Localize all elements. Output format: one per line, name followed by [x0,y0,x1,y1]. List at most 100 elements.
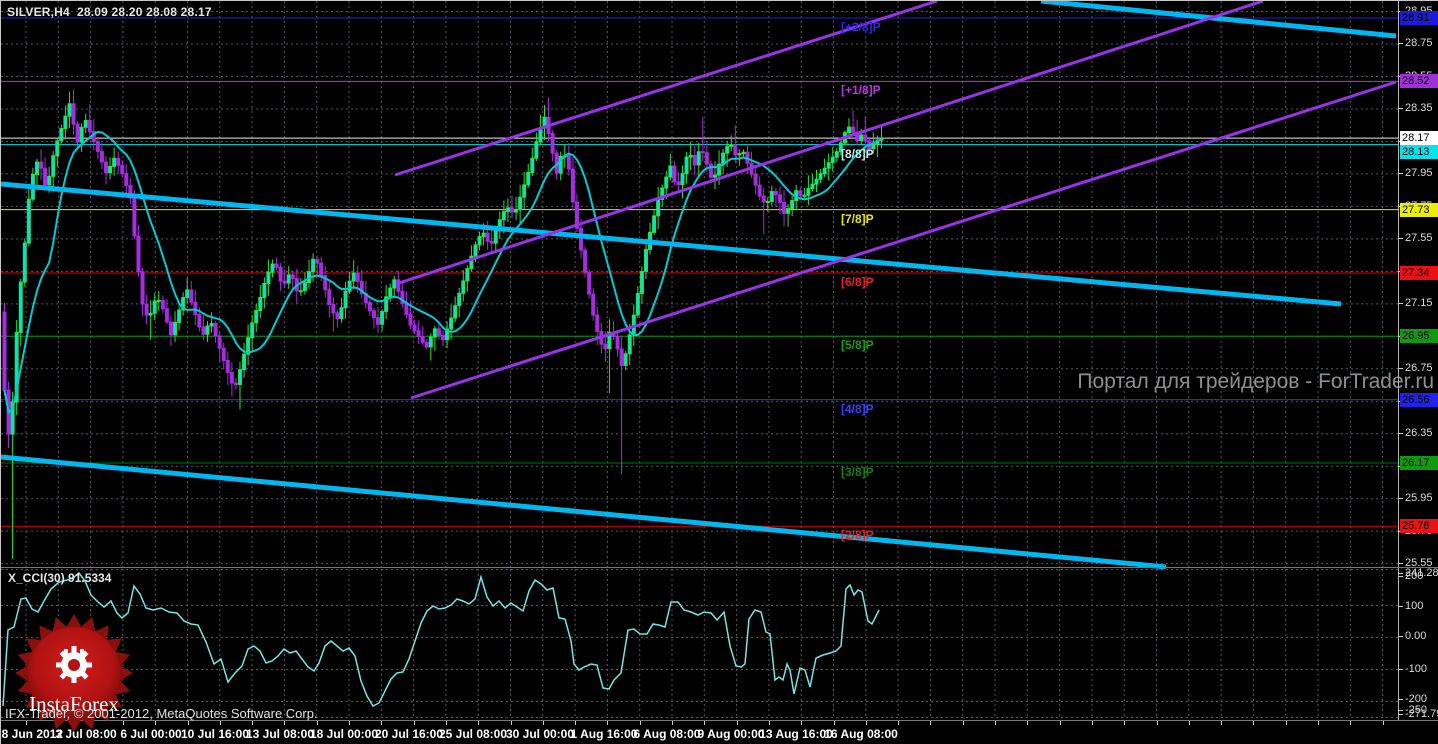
candle-body-down [233,382,238,385]
time-axis-tick-mark [349,721,350,725]
candle-body-down [619,348,624,366]
time-axis-tick-mark [1124,721,1126,725]
indicator-name-value: X_CCI(30) 91.5334 [8,571,112,585]
candle-body-down [136,235,141,273]
murrey-label: [3/8]P [841,464,874,479]
candle-body-down [104,161,108,174]
copyright-text: IFX-Trader, © 2001-2012, MetaQuotes Soft… [5,706,318,721]
cci-tick: -271.797 [1405,707,1438,720]
mt4-chart-window: SILVER,H4 28.09 28.20 28.08 28.17 X_CCI(… [0,0,1438,744]
candle-body-up [765,200,770,203]
candle-body-up [432,328,437,338]
candle-body-up [254,310,259,324]
price-axis-tick-mark [1398,108,1403,110]
candle-body-down [290,274,295,279]
candle-body-up [152,300,157,314]
time-axis-tick-mark [930,721,932,725]
candle-body-up [627,334,632,355]
candle-body-down [331,304,336,314]
candle-body-down [851,126,856,133]
time-axis-tick-mark [962,721,964,725]
price-axis-tick-mark [1398,563,1403,565]
channel-line [395,1,1264,286]
price-tick: 25.95 [1405,492,1433,505]
candle-body-up [806,188,811,196]
price-tick: 28.35 [1405,102,1433,115]
candle-body-up [83,119,88,128]
cci-tick: 200 [1405,569,1424,582]
candle-body-up [834,151,839,158]
candle-body-down [2,311,7,391]
time-axis-tick-mark [510,721,512,725]
candle-body-up [493,230,498,244]
candle-body-up [696,151,701,166]
time-label: 9 Aug 00:00 [697,727,765,741]
murrey-label: [6/8]P [841,274,874,289]
trendline [1040,1,1397,39]
price-tick: 27.55 [1405,232,1433,245]
candle-body-up [34,161,39,175]
candle-body-up [643,248,648,272]
candle-body-down [424,341,429,348]
candle-body-up [501,211,506,221]
candle-body-down [672,165,677,183]
price-axis-tick-mark [1398,173,1403,175]
candle-body-up [725,146,730,154]
candle-body-up [656,198,661,217]
time-axis-tick-mark [995,721,996,725]
candle-body-up [461,280,466,294]
candle-body-down [416,330,421,338]
candle-body-up [526,171,531,186]
time-label: 1 Aug 16:00 [570,727,638,741]
candle-body-down [164,308,169,323]
candle-body-up [262,282,267,298]
price-axis-tick-mark [1398,238,1403,240]
time-axis-tick-mark [155,721,157,725]
candle-body-up [177,309,182,323]
candle-body-down [704,152,709,165]
candle-body-up [818,173,823,180]
candle-body-down [782,201,787,214]
candle-body-up [237,369,242,385]
candle-body-up [830,156,835,164]
candle-body-down [201,326,206,335]
candle-body-down [315,258,320,264]
candle-body-up [505,207,510,213]
candle-body-up [67,103,72,117]
price-axis-tick-mark [1398,433,1403,435]
candle-body-down [761,195,766,203]
time-axis-tick-mark [833,721,835,725]
candle-body-up [205,325,210,335]
cci-axis-tick-mark [1398,576,1403,577]
time-axis-tick-mark [381,721,383,725]
candle-body-down [420,336,425,343]
candle-body-down [700,151,705,154]
time-axis-tick-mark [639,721,641,725]
time-label: 13 Aug 16:00 [759,727,833,741]
candle-body-up [465,268,470,282]
candle-body-up [790,200,795,210]
price-badge: 28.52 [1400,74,1438,88]
candle-body-down [371,310,376,319]
murrey-label: [8/8]P [841,146,874,161]
candle-body-down [168,321,173,336]
candle-body-up [22,242,27,283]
candle-body-up [737,153,742,156]
time-axis-tick-mark [1059,721,1061,725]
candle-body-up [26,198,31,244]
candle-body-down [197,314,202,328]
candle-body-down [510,207,514,213]
candle-body-down [193,301,198,316]
murrey-label: [7/8]P [841,211,874,226]
candle-body-down [274,263,279,268]
candle-body-up [664,176,669,189]
cci-axis-tick-mark [1398,573,1403,574]
candle-body-down [75,123,80,143]
candle-body-up [209,322,214,327]
candle-body-down [773,191,778,196]
candle-body-down [319,262,324,277]
time-axis-tick-mark [1156,721,1158,725]
candle-body-up [351,272,356,282]
price-chart-pane[interactable] [1,1,1398,569]
candle-body-up [185,289,190,299]
